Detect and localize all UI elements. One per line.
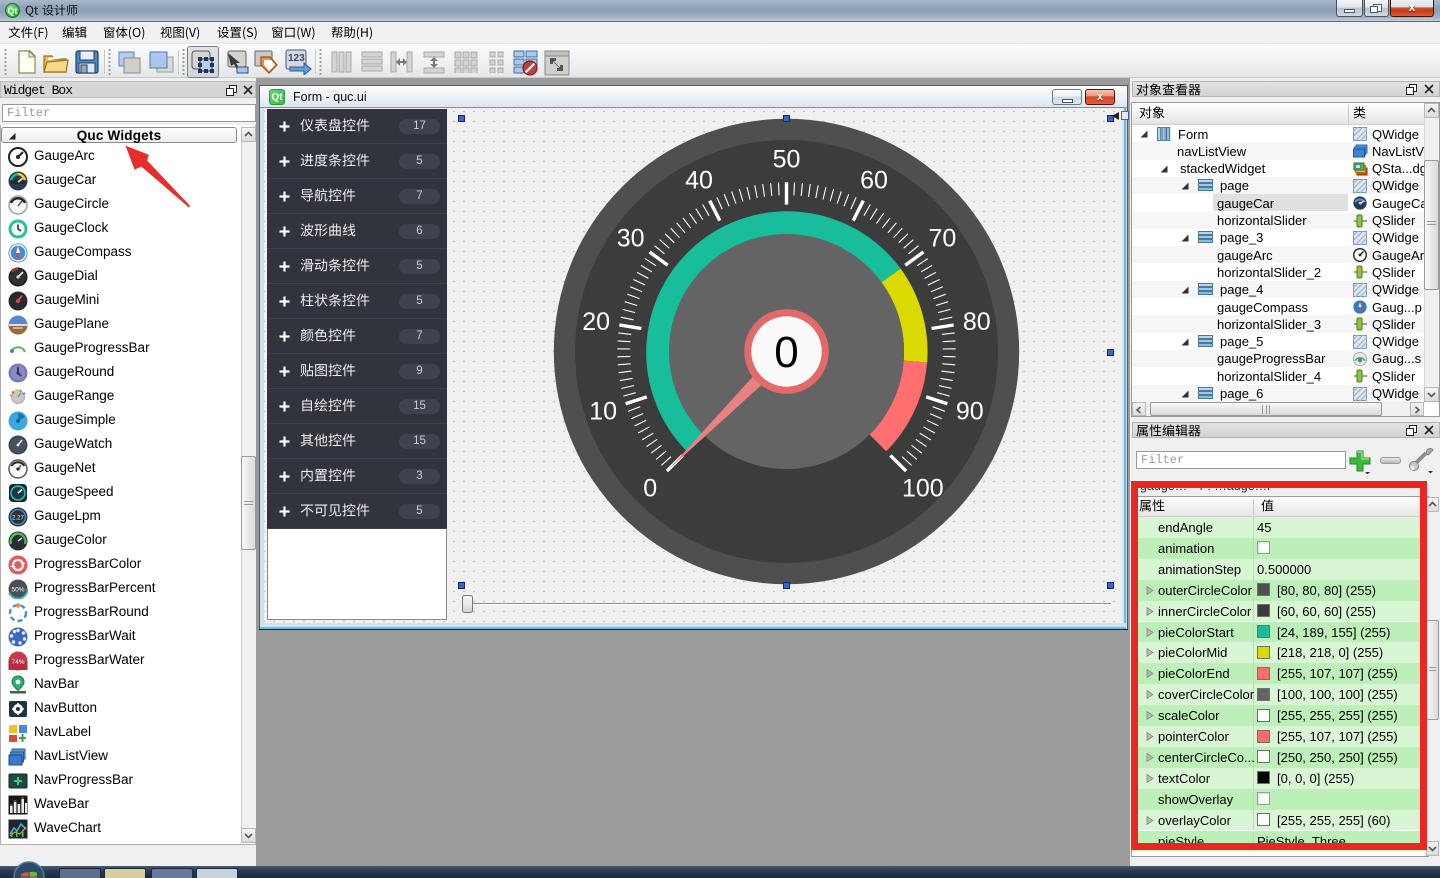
svg-text:50: 50	[773, 145, 801, 173]
svg-text:30: 30	[617, 225, 645, 253]
svg-text:40: 40	[685, 166, 713, 194]
svg-text:80: 80	[963, 308, 991, 336]
svg-text:20: 20	[582, 308, 610, 336]
svg-text:0: 0	[774, 328, 798, 377]
svg-text:2.27: 2.27	[12, 516, 24, 522]
svg-text:0: 0	[643, 474, 657, 502]
svg-text:50%: 50%	[11, 587, 24, 594]
svg-text:100: 100	[902, 474, 944, 502]
svg-text:10: 10	[589, 398, 617, 426]
svg-text:60: 60	[860, 166, 888, 194]
svg-text:70: 70	[928, 225, 956, 253]
svg-text:123: 123	[288, 53, 305, 64]
svg-text:90: 90	[956, 398, 984, 426]
svg-text:74%: 74%	[11, 659, 24, 666]
